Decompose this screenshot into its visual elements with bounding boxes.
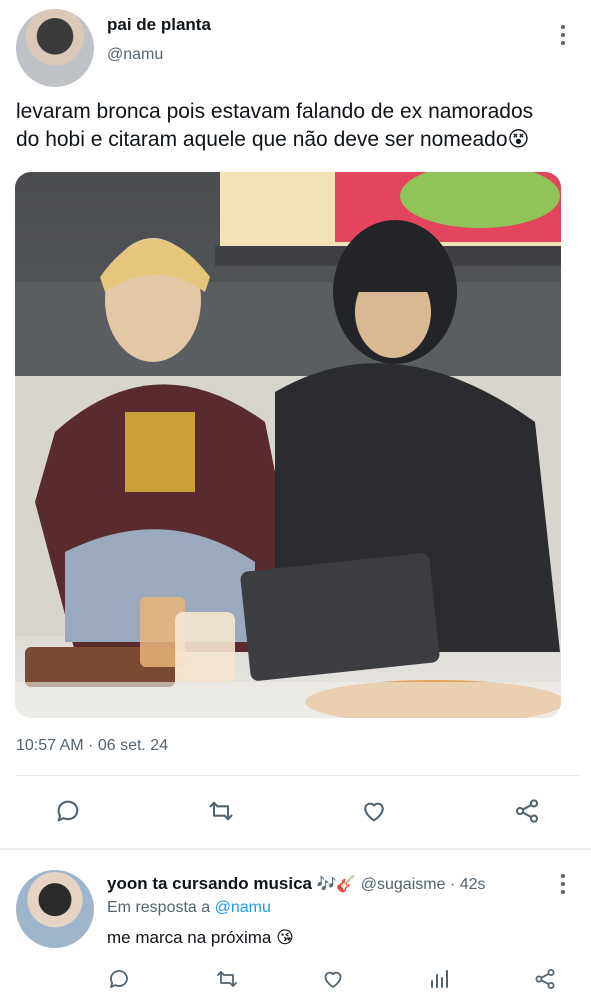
- author-handle[interactable]: @namu: [107, 46, 163, 64]
- in-reply-handle[interactable]: @namu: [215, 899, 271, 916]
- like-icon[interactable]: [359, 797, 389, 825]
- in-reply-to: Em resposta a @namu: [107, 899, 271, 917]
- retweet-icon[interactable]: [206, 797, 236, 825]
- reply-header: yoon ta cursando musica 🎶🎸 @sugaisme · 4…: [107, 874, 486, 894]
- reply-author-avatar[interactable]: [16, 870, 94, 948]
- photo-illustration: [15, 172, 561, 718]
- dizzy-face-emoji: 😵: [507, 128, 530, 151]
- kiss-emoji: 😘: [276, 928, 294, 947]
- reply-author-handle[interactable]: @sugaisme: [361, 876, 446, 893]
- author-avatar[interactable]: [16, 9, 94, 87]
- more-icon[interactable]: [553, 23, 573, 47]
- reply-text-body: me marca na próxima: [107, 928, 272, 947]
- share-icon[interactable]: [512, 797, 542, 825]
- reply-like-icon[interactable]: [320, 967, 346, 991]
- reply-share-icon[interactable]: [532, 967, 558, 991]
- tweet-text-line-1: levaram bronca pois estavam falando de e…: [16, 100, 534, 123]
- views-icon[interactable]: [427, 967, 451, 991]
- reply-author-name[interactable]: yoon ta cursando musica: [107, 874, 312, 893]
- author-name[interactable]: pai de planta: [107, 15, 211, 35]
- reply-icon[interactable]: [54, 797, 82, 825]
- reply-retweet-icon[interactable]: [214, 967, 240, 991]
- reply-more-icon[interactable]: [553, 872, 573, 896]
- tweet-photo[interactable]: [15, 172, 561, 718]
- reply-text: me marca na próxima 😘: [107, 928, 294, 948]
- section-divider: [0, 848, 591, 850]
- tweet-text-line-2: do hobi e citaram aquele que não deve se…: [16, 128, 530, 151]
- tweet-text: levaram bronca pois estavam falando de e…: [16, 98, 586, 154]
- reply-time[interactable]: · 42s: [450, 876, 486, 893]
- reply-author-emoji: 🎶🎸: [316, 876, 357, 893]
- tweet-timestamp[interactable]: 10:57 AM · 06 set. 24: [16, 737, 168, 755]
- reply-reply-icon[interactable]: [107, 967, 131, 991]
- in-reply-prefix: Em resposta a: [107, 899, 211, 916]
- divider: [16, 775, 580, 776]
